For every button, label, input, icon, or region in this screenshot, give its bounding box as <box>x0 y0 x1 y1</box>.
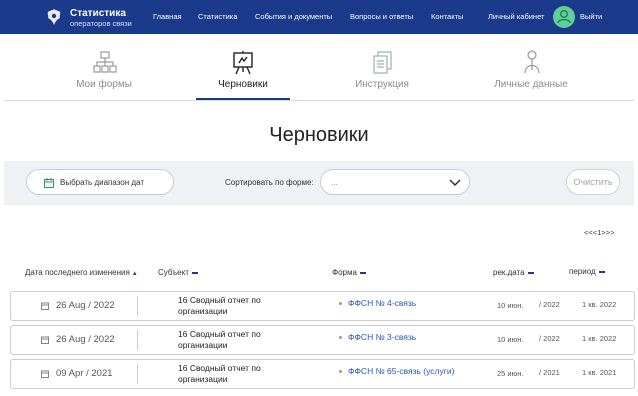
user-avatar[interactable] <box>553 6 575 28</box>
row-form-link[interactable]: ФФСН № 4-связь <box>348 298 416 308</box>
column-header-subject-label: Субъект <box>158 268 189 277</box>
column-header-date-label: Дата последнего изменения <box>25 268 130 277</box>
tab-my-forms[interactable]: Мои формы <box>44 79 164 90</box>
pagination[interactable]: <<<1>>> <box>584 228 614 237</box>
bullet-icon <box>339 336 342 339</box>
row-subject: 16 Сводный отчет по организации <box>178 295 261 316</box>
date-range-button[interactable]: Выбрать диапазон дат <box>26 169 174 195</box>
tabs-divider <box>4 100 634 101</box>
row-report-day: 10 июн. <box>497 335 524 344</box>
top-navigation-bar: Статистика операторов связи Главная Стат… <box>0 0 638 34</box>
nav-link-contacts[interactable]: Контакты <box>431 12 463 22</box>
personal-cabinet-link[interactable]: Личный кабинет <box>488 12 544 22</box>
coat-of-arms-logo[interactable] <box>44 7 64 27</box>
clear-button[interactable]: Очистить <box>566 169 620 195</box>
nav-link-faq[interactable]: Вопросы и ответы <box>350 12 413 22</box>
calendar-icon <box>41 302 49 310</box>
column-header-subject[interactable]: Субъект <box>158 268 198 277</box>
table-row[interactable]: 26 Aug / 2022 16 Сводный отчет по органи… <box>10 325 635 355</box>
sort-indicator-icon <box>191 271 198 274</box>
tab-drafts[interactable]: Черновики <box>183 79 303 90</box>
row-report-day: 10 июн. <box>497 301 524 310</box>
org-chart-icon <box>93 51 117 73</box>
row-report-year: / 2022 <box>539 300 560 309</box>
row-form-link[interactable]: ФФСН № 3-связь <box>348 332 416 342</box>
page-title: Черновики <box>269 124 369 146</box>
sort-indicator-icon <box>527 271 534 274</box>
table-row[interactable]: 26 Aug / 2022 16 Сводный отчет по органи… <box>10 291 635 321</box>
row-date: 26 Aug / 2022 <box>56 300 115 311</box>
row-subject: 16 Сводный отчет по организации <box>178 363 261 384</box>
table-row[interactable]: 09 Apr / 2021 16 Сводный отчет по органи… <box>10 359 635 389</box>
row-period: 1 кв. 2022 <box>582 300 617 309</box>
logout-link[interactable]: Выйти <box>580 12 602 22</box>
nav-link-statistics[interactable]: Статистика <box>198 12 237 22</box>
bullet-icon <box>339 370 342 373</box>
row-divider <box>137 296 138 316</box>
column-header-form[interactable]: Форма <box>332 268 366 277</box>
column-header-report-date-label: рек.дата <box>493 268 525 277</box>
row-report-year: / 2021 <box>539 368 560 377</box>
row-form-link[interactable]: ФФСН № 65-связь (услуги) <box>348 366 454 376</box>
row-period: 1 кв. 2022 <box>582 334 617 343</box>
row-divider <box>137 330 138 350</box>
calendar-icon <box>41 336 49 344</box>
sort-select-placeholder: ... <box>331 178 338 187</box>
user-icon <box>557 10 571 24</box>
column-header-date[interactable]: Дата последнего изменения ▲ <box>25 268 138 277</box>
row-report-day: 25 июн. <box>497 369 524 378</box>
sort-indicator-icon <box>359 271 366 274</box>
tab-instruction[interactable]: Инструкция <box>322 79 442 90</box>
column-header-form-label: Форма <box>332 268 357 277</box>
sort-indicator-icon <box>598 270 605 273</box>
row-subject: 16 Сводный отчет по организации <box>178 329 261 350</box>
date-range-label: Выбрать диапазон дат <box>60 178 144 187</box>
sort-asc-icon: ▲ <box>131 271 138 277</box>
bullet-icon <box>339 302 342 305</box>
calendar-icon <box>41 370 49 378</box>
documents-icon <box>373 51 392 74</box>
tab-personal-data[interactable]: Личные данные <box>471 79 591 90</box>
column-header-period[interactable]: период <box>569 267 605 276</box>
row-date: 26 Aug / 2022 <box>56 334 115 345</box>
row-date: 09 Apr / 2021 <box>56 368 113 379</box>
easel-icon <box>233 51 253 75</box>
column-header-period-label: период <box>569 267 596 276</box>
brand-title[interactable]: Статистика <box>70 8 126 19</box>
sort-by-form-label: Сортировать по форме: <box>225 178 314 187</box>
row-divider <box>137 364 138 384</box>
brand-subtitle[interactable]: операторов связи <box>70 19 132 28</box>
nav-link-home[interactable]: Главная <box>153 12 182 22</box>
chevron-down-icon <box>449 179 461 186</box>
row-report-year: / 2022 <box>539 334 560 343</box>
nav-link-events-documents[interactable]: События и документы <box>255 12 332 22</box>
sort-form-select[interactable]: ... <box>320 169 470 195</box>
row-period: 1 кв. 2021 <box>582 368 617 377</box>
person-icon <box>524 50 540 74</box>
filter-bar: Выбрать диапазон дат Сортировать по форм… <box>4 161 634 205</box>
calendar-icon <box>44 178 54 188</box>
column-header-report-date[interactable]: рек.дата <box>493 268 534 277</box>
